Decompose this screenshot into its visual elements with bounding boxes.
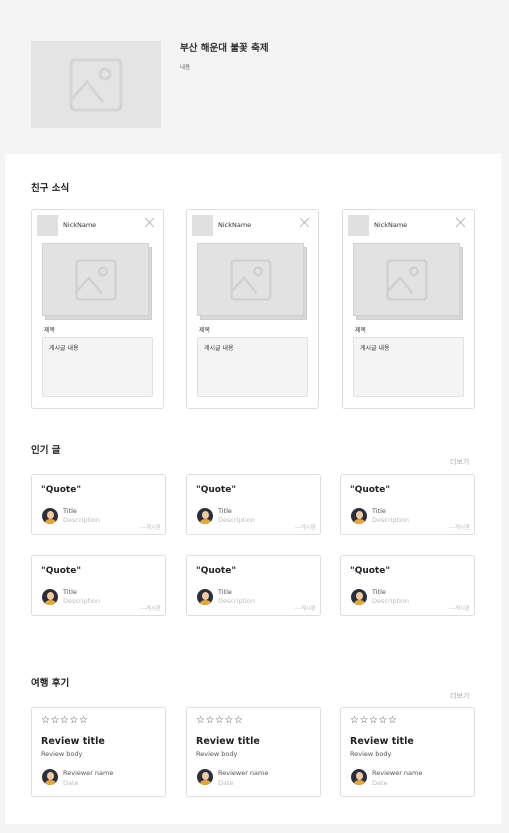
board-label[interactable]: ---게시판 xyxy=(449,523,470,531)
quote-title: Title xyxy=(218,507,232,515)
post-body: 게시글 내용 xyxy=(353,337,464,397)
avatar xyxy=(197,508,213,524)
nickname[interactable]: NickName xyxy=(218,221,251,229)
popular-section-title: 인기 글 xyxy=(31,445,61,456)
review-date: Date xyxy=(218,779,234,787)
quote-description: Description xyxy=(63,516,101,524)
close-icon[interactable] xyxy=(299,217,310,228)
image-placeholder-icon xyxy=(74,258,117,301)
friend-card[interactable]: NickName 제목 게시글 내용 xyxy=(342,209,475,409)
rating-stars-icon: ☆☆☆☆☆ xyxy=(350,715,398,726)
image-placeholder-icon xyxy=(229,258,272,301)
image-placeholder-icon xyxy=(69,58,123,111)
close-icon[interactable] xyxy=(455,217,466,228)
post-title: 제목 xyxy=(199,327,211,334)
reviews-more-link[interactable]: 더보기 xyxy=(450,691,469,701)
close-icon[interactable] xyxy=(144,217,155,228)
quote-text: "Quote" xyxy=(350,485,391,495)
review-body: Review body xyxy=(196,750,238,758)
hero-section: 부산 해운대 불꽃 축제 내용 xyxy=(0,0,509,154)
quote-card[interactable]: "Quote" Title Description ---게시판 xyxy=(186,474,321,535)
review-card[interactable]: ☆☆☆☆☆ Review title Review body Reviewer … xyxy=(31,707,166,797)
avatar xyxy=(351,589,367,605)
post-title: 제목 xyxy=(44,327,56,334)
avatar xyxy=(197,769,213,785)
board-label[interactable]: ---게시판 xyxy=(449,604,470,612)
quote-description: Description xyxy=(218,516,256,524)
quote-text: "Quote" xyxy=(196,566,237,576)
avatar xyxy=(42,589,58,605)
board-label[interactable]: ---게시판 xyxy=(140,523,161,531)
quote-text: "Quote" xyxy=(196,485,237,495)
hero-image[interactable] xyxy=(31,41,161,128)
board-label[interactable]: ---게시판 xyxy=(295,523,316,531)
avatar xyxy=(197,589,213,605)
review-date: Date xyxy=(372,779,388,787)
board-label[interactable]: ---게시판 xyxy=(295,604,316,612)
hero-title: 부산 해운대 불꽃 축제 xyxy=(180,43,269,54)
quote-text: "Quote" xyxy=(41,485,82,495)
avatar[interactable] xyxy=(348,215,369,236)
avatar[interactable] xyxy=(37,215,58,236)
quote-card[interactable]: "Quote" Title Description ---게시판 xyxy=(31,555,166,616)
hero-subtitle: 내용 xyxy=(180,65,191,71)
popular-more-link[interactable]: 더보기 xyxy=(450,457,469,467)
quote-title: Title xyxy=(372,588,386,596)
post-body: 게시글 내용 xyxy=(42,337,153,397)
quote-title: Title xyxy=(218,588,232,596)
reviewer-name: Reviewer name xyxy=(63,769,114,777)
avatar xyxy=(351,508,367,524)
quote-card[interactable]: "Quote" Title Description ---게시판 xyxy=(31,474,166,535)
post-title: 제목 xyxy=(355,327,367,334)
avatar[interactable] xyxy=(192,215,213,236)
review-date: Date xyxy=(63,779,79,787)
review-title: Review title xyxy=(350,736,414,747)
post-image[interactable] xyxy=(42,243,149,316)
rating-stars-icon: ☆☆☆☆☆ xyxy=(41,715,89,726)
post-image[interactable] xyxy=(353,243,460,316)
post-image[interactable] xyxy=(197,243,304,316)
avatar xyxy=(42,769,58,785)
avatar xyxy=(42,508,58,524)
rating-stars-icon: ☆☆☆☆☆ xyxy=(196,715,244,726)
quote-title: Title xyxy=(63,588,77,596)
quote-title: Title xyxy=(372,507,386,515)
quote-description: Description xyxy=(372,516,410,524)
reviews-section-title: 여행 후기 xyxy=(31,678,70,689)
quote-description: Description xyxy=(63,597,101,605)
reviewer-name: Reviewer name xyxy=(218,769,269,777)
reviewer-name: Reviewer name xyxy=(372,769,423,777)
avatar xyxy=(351,769,367,785)
review-title: Review title xyxy=(196,736,260,747)
quote-description: Description xyxy=(372,597,410,605)
review-card[interactable]: ☆☆☆☆☆ Review title Review body Reviewer … xyxy=(186,707,321,797)
review-body: Review body xyxy=(41,750,83,758)
quote-card[interactable]: "Quote" Title Description ---게시판 xyxy=(340,555,475,616)
quote-card[interactable]: "Quote" Title Description ---게시판 xyxy=(186,555,321,616)
quote-title: Title xyxy=(63,507,77,515)
post-body: 게시글 내용 xyxy=(197,337,308,397)
board-label[interactable]: ---게시판 xyxy=(140,604,161,612)
quote-text: "Quote" xyxy=(41,566,82,576)
image-placeholder-icon xyxy=(385,258,428,301)
quote-description: Description xyxy=(218,597,256,605)
friends-section-title: 친구 소식 xyxy=(31,183,70,194)
quote-card[interactable]: "Quote" Title Description ---게시판 xyxy=(340,474,475,535)
nickname[interactable]: NickName xyxy=(374,221,407,229)
review-body: Review body xyxy=(350,750,392,758)
review-title: Review title xyxy=(41,736,105,747)
review-card[interactable]: ☆☆☆☆☆ Review title Review body Reviewer … xyxy=(340,707,475,797)
quote-text: "Quote" xyxy=(350,566,391,576)
friend-card[interactable]: NickName 제목 게시글 내용 xyxy=(31,209,164,409)
nickname[interactable]: NickName xyxy=(63,221,96,229)
friend-card[interactable]: NickName 제목 게시글 내용 xyxy=(186,209,319,409)
